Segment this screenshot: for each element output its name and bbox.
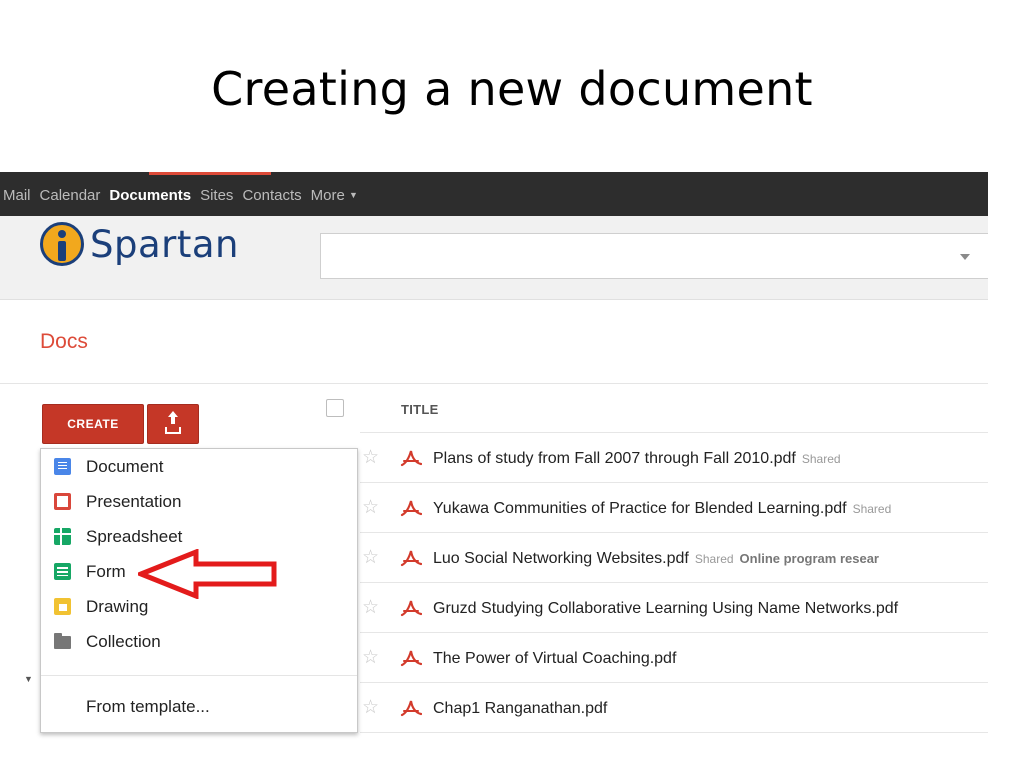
- column-header-title[interactable]: TITLE: [401, 402, 439, 417]
- pdf-icon: [400, 450, 422, 467]
- slide-title: Creating a new document: [211, 62, 813, 116]
- shared-badge: Shared: [801, 452, 841, 466]
- nav-link-more[interactable]: More ▼: [311, 187, 358, 207]
- spartan-logo[interactable]: Spartan: [40, 222, 239, 266]
- select-all-checkbox[interactable]: [326, 399, 344, 417]
- row-divider: [360, 632, 988, 633]
- menu-item-label: Document: [86, 457, 164, 476]
- pdf-icon: [400, 550, 422, 567]
- star-icon[interactable]: ☆: [362, 696, 379, 719]
- search-options-dropdown-icon[interactable]: [960, 254, 970, 260]
- pdf-icon: [400, 500, 422, 517]
- file-name[interactable]: Luo Social Networking Websites.pdf Shared…: [433, 550, 879, 568]
- menu-item-collection[interactable]: Collection: [41, 627, 357, 657]
- menu-divider: [41, 675, 357, 676]
- file-name[interactable]: Yukawa Communities of Practice for Blend…: [433, 500, 891, 518]
- nav-link-mail[interactable]: Mail: [3, 187, 31, 207]
- file-row[interactable]: ☆ Yukawa Communities of Practice for Ble…: [360, 484, 988, 533]
- nav-link-more-label: More: [310, 187, 345, 204]
- star-icon[interactable]: ☆: [362, 596, 379, 619]
- row-divider: [360, 432, 988, 433]
- collapse-caret-icon[interactable]: ▼: [24, 674, 33, 684]
- folder-icon: [54, 633, 71, 649]
- menu-item-label: Spreadsheet: [86, 527, 183, 546]
- form-icon: [54, 563, 71, 580]
- file-name[interactable]: Plans of study from Fall 2007 through Fa…: [433, 450, 841, 468]
- create-button[interactable]: CREATE: [42, 404, 144, 444]
- shared-badge: Shared: [852, 502, 892, 516]
- menu-item-label: From template...: [86, 697, 210, 716]
- file-name-text: Luo Social Networking Websites.pdf: [433, 550, 689, 567]
- file-name-text: Yukawa Communities of Practice for Blend…: [433, 500, 847, 517]
- menu-item-label: Form: [86, 562, 126, 581]
- presentation-icon: [54, 493, 71, 510]
- file-row[interactable]: ☆ Gruzd Studying Collaborative Learning …: [360, 584, 988, 633]
- drawing-icon: [54, 598, 71, 615]
- menu-item-label: Presentation: [86, 492, 182, 511]
- nav-link-sites[interactable]: Sites: [200, 187, 233, 207]
- file-name[interactable]: Gruzd Studying Collaborative Learning Us…: [433, 600, 898, 618]
- menu-item-spreadsheet[interactable]: Spreadsheet: [41, 522, 357, 552]
- header: Spartan: [0, 216, 988, 300]
- row-divider: [360, 482, 988, 483]
- file-row[interactable]: ☆ Plans of study from Fall 2007 through …: [360, 434, 988, 483]
- row-divider: [360, 732, 988, 733]
- file-name[interactable]: Chap1 Ranganathan.pdf: [433, 700, 607, 718]
- menu-item-presentation[interactable]: Presentation: [41, 487, 357, 517]
- row-divider: [360, 682, 988, 683]
- spreadsheet-icon: [54, 528, 71, 545]
- pdf-icon: [400, 700, 422, 717]
- menu-item-label: Collection: [86, 632, 161, 651]
- row-divider: [360, 532, 988, 533]
- page-title: Docs: [40, 330, 88, 353]
- star-icon[interactable]: ☆: [362, 446, 379, 469]
- shared-badge: Shared: [694, 552, 734, 566]
- logo-text: Spartan: [90, 222, 239, 266]
- star-icon[interactable]: ☆: [362, 646, 379, 669]
- red-arrow-annotation: [138, 549, 277, 599]
- file-name-text: Plans of study from Fall 2007 through Fa…: [433, 450, 796, 467]
- pdf-icon: [400, 650, 422, 667]
- top-navigation-bar: Mail Calendar Documents Sites Contacts M…: [0, 172, 988, 216]
- header-divider: [0, 383, 988, 384]
- file-row[interactable]: ☆ The Power of Virtual Coaching.pdf: [360, 634, 988, 683]
- info-icon: [40, 222, 84, 266]
- row-divider: [360, 582, 988, 583]
- file-row[interactable]: ☆ Chap1 Ranganathan.pdf: [360, 684, 988, 733]
- nav-link-documents[interactable]: Documents: [109, 187, 191, 207]
- chevron-down-icon: ▼: [349, 190, 358, 200]
- star-icon[interactable]: ☆: [362, 496, 379, 519]
- active-tab-indicator: [149, 172, 271, 175]
- nav-link-calendar[interactable]: Calendar: [40, 187, 101, 207]
- file-row[interactable]: ☆ Luo Social Networking Websites.pdf Shar…: [360, 534, 988, 583]
- star-icon[interactable]: ☆: [362, 546, 379, 569]
- top-nav-links: Mail Calendar Documents Sites Contacts M…: [0, 187, 358, 207]
- collection-tag[interactable]: Online program resear: [740, 551, 879, 566]
- menu-item-document[interactable]: Document: [41, 452, 357, 482]
- menu-item-label: Drawing: [86, 597, 149, 616]
- docs-screenshot: Mail Calendar Documents Sites Contacts M…: [0, 172, 988, 768]
- pdf-icon: [400, 600, 422, 617]
- document-icon: [54, 458, 71, 475]
- nav-link-contacts[interactable]: Contacts: [242, 187, 301, 207]
- search-input[interactable]: [320, 233, 988, 279]
- menu-item-from-template[interactable]: From template...: [41, 692, 357, 722]
- upload-button[interactable]: [147, 404, 199, 444]
- file-name[interactable]: The Power of Virtual Coaching.pdf: [433, 650, 676, 668]
